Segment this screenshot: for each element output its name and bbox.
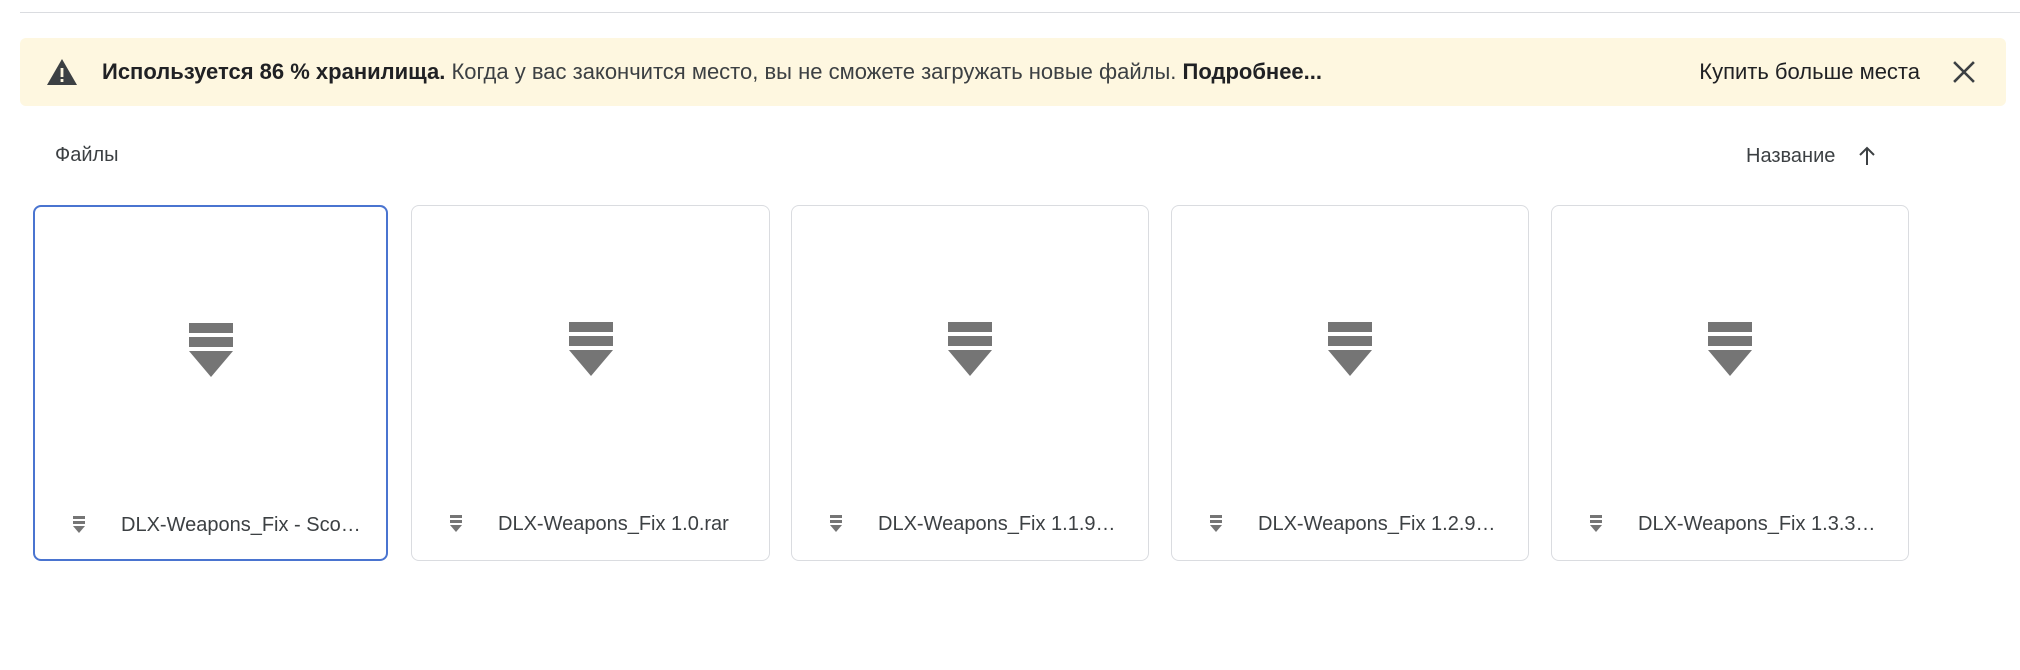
- archive-icon: [1590, 515, 1602, 532]
- learn-more-link[interactable]: Подробнее...: [1183, 59, 1323, 84]
- file-card[interactable]: DLX-Weapons_Fix 1.1.96....: [791, 205, 1149, 561]
- archive-thumbnail-icon: [948, 322, 992, 376]
- file-card[interactable]: DLX-Weapons_Fix 1.3.36....: [1551, 205, 1909, 561]
- file-card[interactable]: DLX-Weapons_Fix 1.2.94....: [1171, 205, 1529, 561]
- file-card[interactable]: DLX-Weapons_Fix - Scop...: [33, 205, 388, 561]
- buy-storage-button[interactable]: Купить больше места: [1699, 52, 1920, 92]
- top-divider: [20, 12, 2020, 13]
- archive-icon: [450, 515, 462, 532]
- file-name: DLX-Weapons_Fix - Scop...: [121, 514, 361, 536]
- section-title: Файлы: [55, 144, 119, 166]
- storage-warning-banner: Используется 86 % хранилища. Когда у вас…: [20, 38, 2006, 106]
- archive-thumbnail-icon: [1328, 322, 1372, 376]
- storage-warning-text: Используется 86 % хранилища. Когда у вас…: [102, 38, 1322, 106]
- archive-thumbnail-icon: [188, 323, 233, 377]
- archive-thumbnail-icon: [1708, 322, 1752, 376]
- storage-usage-text: Используется 86 % хранилища.: [102, 59, 446, 84]
- warning-triangle-icon: [47, 59, 77, 85]
- archive-icon: [1210, 515, 1222, 532]
- arrow-up-icon[interactable]: [1855, 144, 1879, 168]
- sort-by-name-button[interactable]: Название: [1746, 140, 1879, 172]
- close-icon[interactable]: [1948, 56, 1980, 88]
- file-card[interactable]: DLX-Weapons_Fix 1.0.rar: [411, 205, 770, 561]
- archive-icon: [73, 516, 85, 533]
- file-name: DLX-Weapons_Fix 1.1.96....: [878, 513, 1118, 535]
- file-name: DLX-Weapons_Fix 1.3.36....: [1638, 513, 1878, 535]
- archive-thumbnail-icon: [568, 322, 613, 376]
- file-name: DLX-Weapons_Fix 1.2.94....: [1258, 513, 1498, 535]
- archive-icon: [830, 515, 842, 532]
- file-name: DLX-Weapons_Fix 1.0.rar: [498, 513, 729, 535]
- drive-files-view: Используется 86 % хранилища. Когда у вас…: [0, 0, 2020, 670]
- sort-label: Название: [1746, 144, 1836, 167]
- storage-warning-message: Когда у вас закончится место, вы не смож…: [445, 59, 1183, 84]
